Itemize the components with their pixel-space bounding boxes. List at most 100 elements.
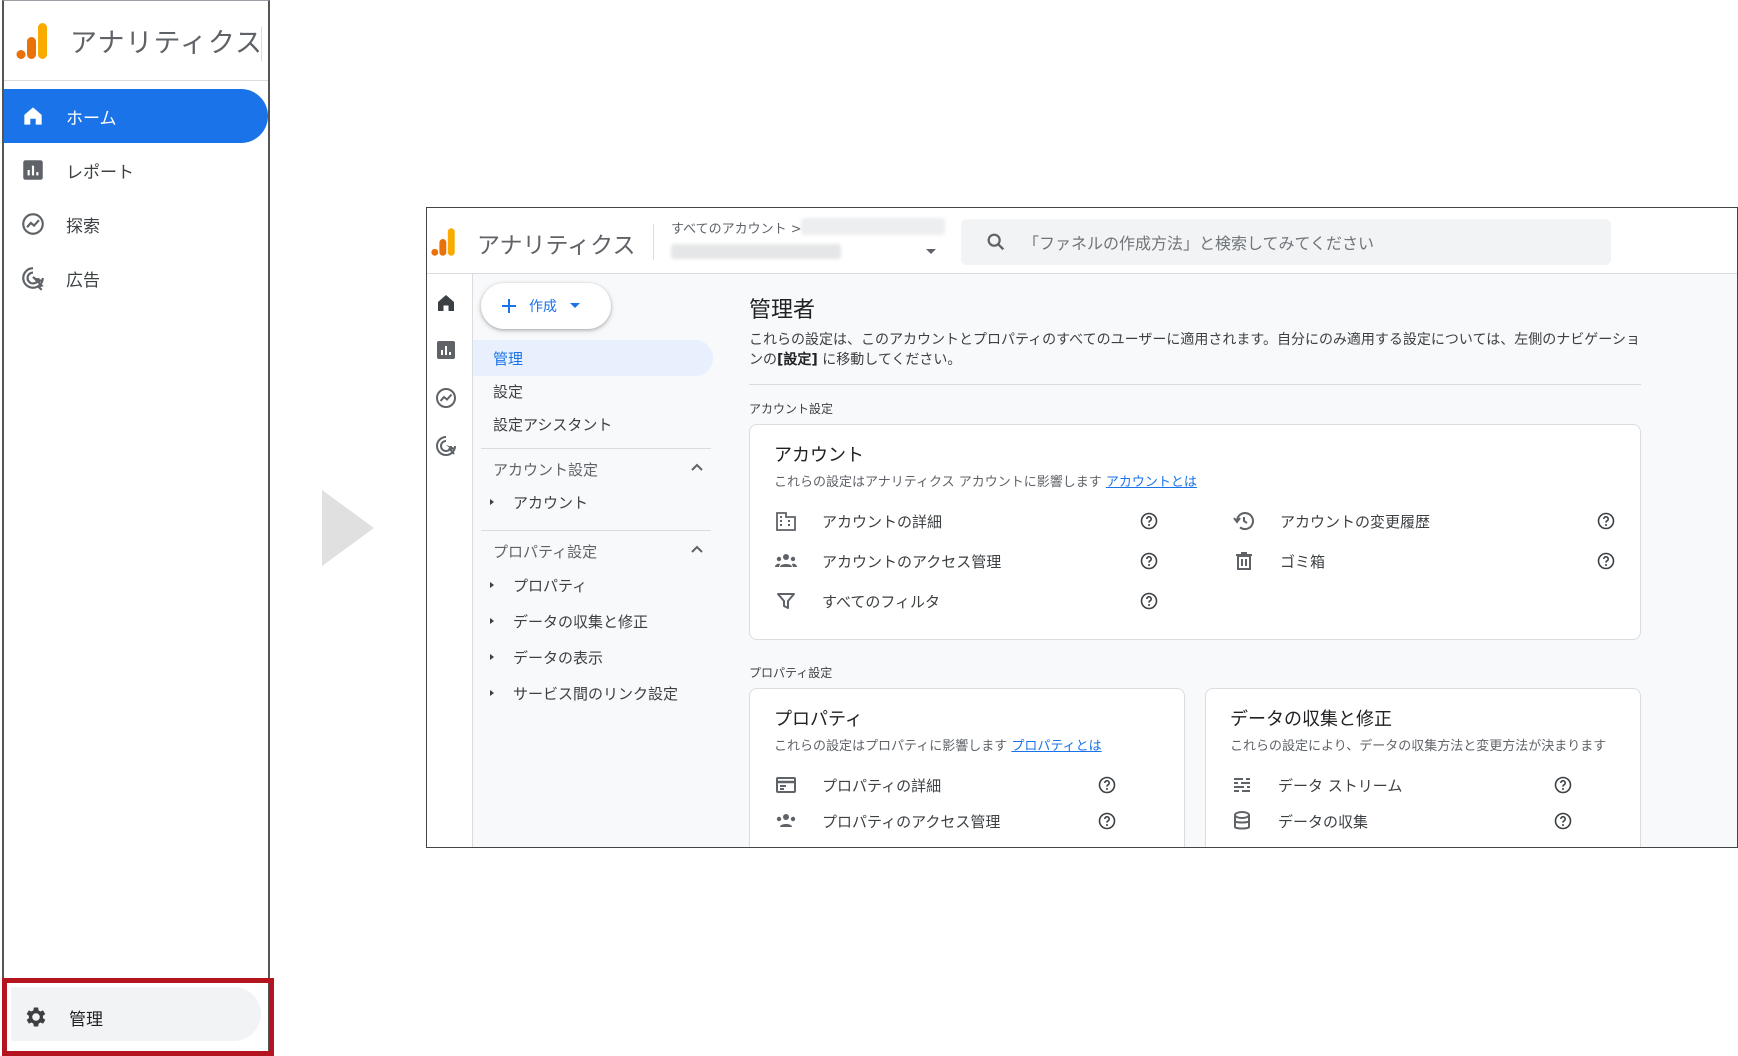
header-divider [653, 224, 654, 260]
sidebar-item-advertising[interactable]: 広告 [4, 251, 268, 305]
chevron-up-icon [691, 463, 703, 471]
property-access-row[interactable]: プロパティのアクセス管理 [774, 806, 1000, 836]
admin-main: 管理者 これらの設定は、このアカウントとプロパティのすべてのユーザーに適用されま… [735, 274, 1737, 847]
nav-group-account-settings[interactable]: アカウント設定 [473, 454, 713, 484]
nav-item-setup-assistant[interactable]: 設定アシスタント [473, 406, 612, 442]
sidebar-item-home[interactable]: ホーム [4, 89, 268, 143]
plus-icon [499, 296, 519, 316]
card-description-text: これらの設定はアナリティクス アカウントに影響します [774, 475, 1102, 490]
admin-left-nav: 作成 管理 設定 設定アシスタント アカウント設定 アカウント プロパティ設定 [473, 274, 735, 847]
card-description: これらの設定はアナリティクス アカウントに影響します アカウントとは [774, 471, 1197, 490]
row-label: すべてのフィルタ [822, 592, 941, 611]
redacted-property-name[interactable] [671, 244, 841, 259]
header-divider [261, 27, 262, 61]
history-icon [1232, 509, 1256, 533]
search-bar[interactable]: 「ファネルの作成方法」と検索してみてください [961, 219, 1611, 265]
chevron-down-icon [569, 302, 581, 310]
subitem-label: データの表示 [513, 648, 604, 667]
sidebar-item-admin[interactable]: 管理 [2, 978, 274, 1056]
property-details-row[interactable]: プロパティの詳細 [774, 770, 941, 800]
card-description: これらの設定により、データの収集方法と変更方法が決まります [1230, 739, 1607, 754]
home-icon[interactable] [434, 291, 458, 315]
advertising-icon [20, 265, 46, 291]
create-button-label: 作成 [529, 299, 557, 315]
help-icon[interactable] [1554, 776, 1572, 794]
people-icon [774, 809, 798, 833]
advertising-icon[interactable] [434, 434, 458, 458]
nav-item-admin[interactable]: 管理 [473, 340, 713, 376]
help-icon[interactable] [1140, 552, 1158, 570]
explore-icon[interactable] [434, 386, 458, 410]
sidebar-item-label: ホーム [66, 108, 117, 129]
filter-icon [774, 589, 798, 613]
account-access-row[interactable]: アカウントのアクセス管理 [774, 546, 1001, 576]
help-icon[interactable] [1597, 512, 1615, 530]
reports-icon[interactable] [434, 338, 458, 362]
breadcrumb[interactable]: すべてのアカウント > [671, 218, 802, 237]
account-card: アカウント これらの設定はアナリティクス アカウントに影響します アカウントとは… [749, 424, 1641, 640]
property-section-label: プロパティ設定 [749, 666, 833, 680]
app-title: アナリティクス [70, 28, 264, 59]
gear-icon [23, 1004, 49, 1030]
expand-triangle-icon [487, 497, 497, 507]
nav-group-property-settings[interactable]: プロパティ設定 [473, 536, 713, 566]
data-collection-row[interactable]: データの収集 [1230, 806, 1368, 836]
chevron-up-icon [691, 545, 703, 553]
top-bar: アナリティクス すべてのアカウント > 「ファネルの作成方法」と検索してみてくだ… [427, 208, 1737, 274]
nav-item-settings[interactable]: 設定 [473, 373, 523, 409]
expand-triangle-icon [487, 688, 497, 698]
nav-subitem-product-links[interactable]: サービス間のリンク設定 [473, 678, 678, 708]
help-icon[interactable] [1140, 512, 1158, 530]
intro-text: これらの設定は、このアカウントとプロパティのすべてのユーザーに適用されます。自分… [749, 330, 1649, 370]
account-section-label: アカウント設定 [749, 402, 834, 416]
help-icon[interactable] [1098, 776, 1116, 794]
account-help-link[interactable]: アカウントとは [1106, 475, 1197, 490]
trash-row[interactable]: ゴミ箱 [1232, 546, 1325, 576]
group-label: プロパティ設定 [493, 542, 598, 561]
subitem-label: アカウント [513, 493, 589, 512]
redacted-account-name [801, 218, 945, 235]
home-icon [20, 103, 46, 129]
app-title: アナリティクス [477, 233, 636, 259]
sidebar-item-reports[interactable]: レポート [4, 143, 268, 197]
subitem-label: プロパティ [513, 576, 588, 595]
property-details-icon [774, 773, 798, 797]
help-icon[interactable] [1554, 812, 1572, 830]
account-details-row[interactable]: アカウントの詳細 [774, 506, 942, 536]
help-icon[interactable] [1098, 812, 1116, 830]
row-label: データの収集 [1278, 812, 1369, 831]
section-divider [749, 384, 1641, 385]
nav-subitem-property[interactable]: プロパティ [473, 570, 587, 600]
database-icon [1230, 809, 1254, 833]
help-icon[interactable] [1597, 552, 1615, 570]
sidebar-item-explore[interactable]: 探索 [4, 197, 268, 251]
explore-icon [20, 211, 46, 237]
create-button[interactable]: 作成 [481, 283, 611, 329]
admin-screen: アナリティクス すべてのアカウント > 「ファネルの作成方法」と検索してみてくだ… [426, 207, 1738, 848]
card-title: プロパティ [774, 709, 863, 730]
account-change-history-row[interactable]: アカウントの変更履歴 [1232, 506, 1430, 536]
people-icon [774, 549, 798, 573]
account-dropdown-icon[interactable] [925, 248, 937, 256]
analytics-logo-icon [16, 21, 50, 61]
subitem-label: サービス間のリンク設定 [513, 684, 679, 703]
property-help-link[interactable]: プロパティとは [1011, 739, 1101, 754]
property-card: プロパティ これらの設定はプロパティに影響します プロパティとは プロパティの詳… [749, 688, 1185, 847]
all-filters-row[interactable]: すべてのフィルタ [774, 586, 940, 616]
nav-subitem-account[interactable]: アカウント [473, 487, 588, 517]
row-label: プロパティのアクセス管理 [822, 812, 1001, 831]
nav-subitem-data-collection[interactable]: データの収集と修正 [473, 606, 648, 636]
data-streams-icon [1230, 773, 1254, 797]
search-icon [985, 231, 1007, 253]
help-icon[interactable] [1140, 592, 1158, 610]
group-label: アカウント設定 [493, 460, 599, 479]
sidebar-item-label: 探索 [66, 216, 100, 237]
data-streams-row[interactable]: データ ストリーム [1230, 770, 1402, 800]
nav-subitem-data-display[interactable]: データの表示 [473, 642, 603, 672]
building-icon [774, 509, 798, 533]
trash-icon [1232, 549, 1256, 573]
card-description: これらの設定はプロパティに影響します プロパティとは [774, 735, 1102, 754]
sidebar-nav: ホーム レポート 探索 広告 [4, 89, 268, 305]
sidebar-item-label: 管理 [69, 1009, 103, 1030]
nav-divider [481, 530, 711, 531]
